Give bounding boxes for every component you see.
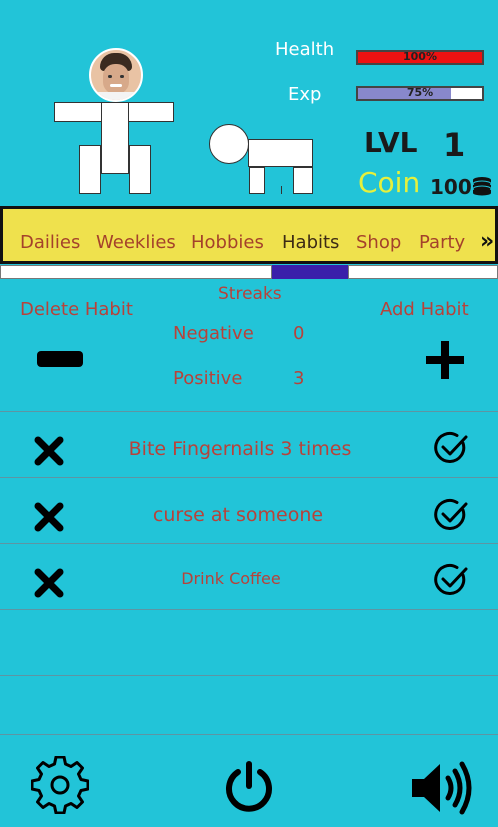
negative-value: 0 (293, 323, 305, 344)
habit-name: Bite Fingernails 3 times (128, 438, 352, 460)
exp-label: Exp (288, 84, 322, 105)
minus-icon[interactable] (37, 351, 83, 367)
tab-indicator-left (0, 265, 272, 279)
level-label: LVL (364, 126, 418, 159)
tab-indicator-right (348, 265, 498, 279)
divider (0, 543, 498, 544)
speaker-icon[interactable] (410, 760, 476, 816)
divider (0, 675, 498, 676)
avatar (89, 48, 143, 102)
streaks-label: Streaks (218, 284, 282, 304)
tab-habits[interactable]: Habits (282, 232, 339, 253)
exp-bar-text: 75% (406, 86, 434, 99)
check-circle-icon[interactable] (433, 562, 469, 598)
tab-weeklies[interactable]: Weeklies (96, 232, 176, 253)
check-circle-icon[interactable] (433, 497, 469, 533)
health-label: Health (275, 39, 335, 60)
tab-indicator-active (272, 265, 349, 279)
negative-label: Negative (173, 323, 254, 344)
coin-value: 100 (430, 175, 472, 199)
coin-label: Coin (358, 166, 421, 199)
habit-name: curse at someone (152, 504, 324, 526)
divider (0, 477, 498, 478)
divider (0, 411, 498, 412)
tab-shop[interactable]: Shop (356, 232, 401, 253)
tab-dailies[interactable]: Dailies (20, 232, 80, 253)
positive-label: Positive (173, 368, 243, 389)
exp-bar: 75% (356, 86, 484, 101)
tab-bar: Dailies Weeklies Hobbies Habits Shop Par… (0, 206, 498, 264)
health-bar: 100% (356, 50, 484, 65)
plus-icon[interactable] (426, 341, 464, 379)
coin-stack-icon (472, 177, 492, 196)
level-value: 1 (443, 126, 466, 164)
positive-value: 3 (293, 368, 305, 389)
x-icon[interactable] (34, 436, 64, 466)
check-circle-icon[interactable] (433, 430, 469, 466)
add-habit-label: Add Habit (380, 299, 469, 320)
tab-party[interactable]: Party (419, 232, 465, 253)
gear-icon[interactable] (31, 756, 89, 814)
tab-hobbies[interactable]: Hobbies (191, 232, 264, 253)
divider (0, 734, 498, 735)
divider (0, 609, 498, 610)
health-bar-text: 100% (403, 50, 437, 63)
delete-habit-label: Delete Habit (20, 299, 133, 320)
x-icon[interactable] (34, 502, 64, 532)
habit-name: Drink Coffee (181, 569, 281, 588)
x-icon[interactable] (34, 568, 64, 598)
power-icon[interactable] (222, 760, 276, 814)
double-chevron-right-icon[interactable]: » (480, 229, 494, 254)
